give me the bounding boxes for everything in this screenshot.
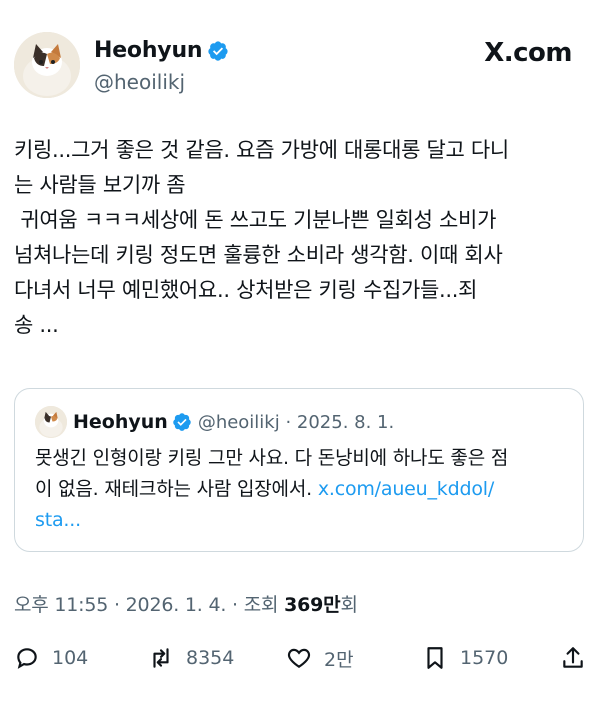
- cat-avatar-icon: [14, 32, 80, 98]
- tweet-timestamp[interactable]: 오후 11:55 · 2026. 1. 4. · 조회 369만회: [14, 590, 358, 617]
- like-button[interactable]: 2만: [286, 640, 354, 676]
- verified-badge-icon: [208, 40, 228, 61]
- brand-text: X.com: [484, 38, 572, 68]
- retweet-button[interactable]: 8354: [148, 640, 234, 676]
- action-bar: 104 8354 2만 1570: [14, 640, 590, 676]
- tweet-text: 키링...그거 좋은 것 같음. 요즘 가방에 대롱대롱 달고 다니 는 사람들…: [14, 138, 509, 337]
- quoted-tweet-header: Heohyun @heoilikj · 2025. 8. 1.: [35, 406, 394, 438]
- view-count: 369만: [284, 594, 341, 616]
- bookmark-count: 1570: [460, 647, 509, 669]
- quoted-author-avatar: [35, 406, 67, 438]
- view-suffix: 회: [340, 594, 358, 616]
- share-icon: [563, 647, 583, 668]
- like-count: 2만: [324, 648, 354, 671]
- bookmark-button[interactable]: 1570: [422, 640, 508, 676]
- verified-badge-icon: [173, 413, 191, 431]
- quoted-author-name: Heohyun: [73, 411, 168, 433]
- retweet-icon: [153, 648, 169, 668]
- author-name-row[interactable]: Heohyun: [94, 38, 229, 63]
- quoted-tweet[interactable]: Heohyun @heoilikj · 2025. 8. 1. 못생긴 인형이랑…: [14, 388, 584, 552]
- reply-count: 104: [52, 647, 89, 669]
- reply-button[interactable]: 104: [14, 640, 88, 676]
- retweet-count: 8354: [186, 647, 235, 669]
- x-logo: X.com: [484, 38, 572, 68]
- quoted-meta: @heoilikj · 2025. 8. 1.: [197, 411, 395, 433]
- share-button[interactable]: [560, 640, 586, 676]
- tweet-header: Heohyun @heoilikj X.com: [14, 32, 586, 102]
- author-name[interactable]: Heohyun: [94, 38, 203, 63]
- author-avatar[interactable]: [14, 32, 80, 98]
- reply-icon: [17, 648, 37, 669]
- heart-icon: [287, 648, 311, 668]
- timestamp-time: 오후 11:55 · 2026. 1. 4. · 조회: [14, 594, 285, 616]
- author-handle[interactable]: @heoilikj: [94, 70, 185, 94]
- cat-avatar-icon: [35, 406, 67, 438]
- bookmark-icon: [427, 647, 443, 669]
- quoted-tweet-text: 못생긴 인형이랑 키링 그만 사요. 다 돈낭비에 하나도 좋은 점 이 없음.…: [35, 443, 575, 536]
